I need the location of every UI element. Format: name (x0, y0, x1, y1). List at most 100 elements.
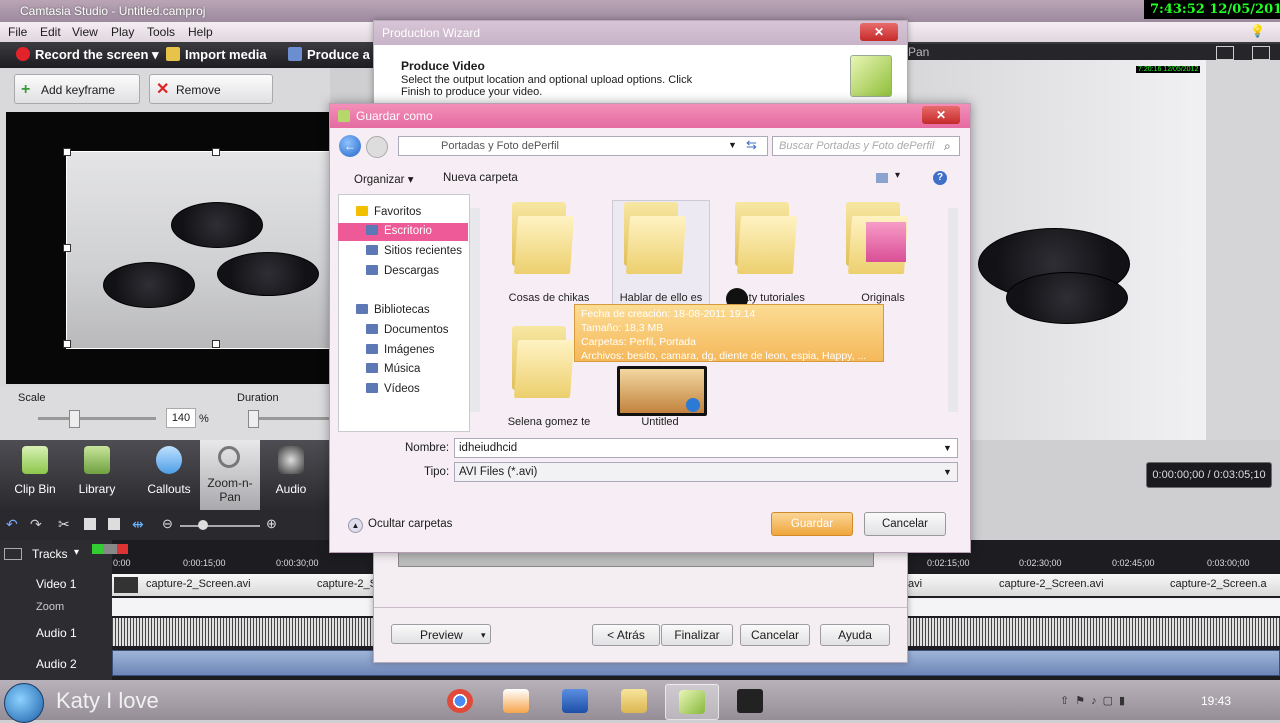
folder-item[interactable] (512, 326, 575, 398)
wizard-close-button[interactable]: ✕ (860, 23, 898, 41)
playhead-selection[interactable] (92, 544, 128, 554)
pan-tab[interactable]: Pan (908, 45, 929, 59)
duration-slider-thumb[interactable] (248, 410, 259, 428)
zoom-out-icon[interactable]: ⊖ (162, 516, 173, 532)
nav-downloads[interactable]: Descargas (366, 265, 439, 277)
tip-bulb-icon[interactable]: 💡 (1250, 24, 1265, 38)
scale-slider[interactable] (38, 417, 156, 420)
nav-images[interactable]: Imágenes (366, 344, 435, 356)
detach-icon[interactable] (1252, 46, 1270, 60)
clip-label: capture-2_Screen.avi (999, 578, 1104, 590)
folder-item[interactable] (512, 202, 575, 274)
address-bar[interactable]: Portadas y Foto dePerfil (398, 136, 768, 156)
x-icon: ✕ (156, 81, 170, 98)
track-label-video1[interactable]: Video 1 (36, 577, 76, 591)
back-button[interactable]: < Atrás (592, 624, 660, 646)
cut-icon[interactable]: ✂ (58, 516, 70, 533)
filename-input[interactable]: idheiudhcid ▼ (454, 438, 958, 458)
resize-handle[interactable] (63, 340, 71, 348)
menu-play[interactable]: Play (111, 25, 134, 39)
produce-button[interactable]: Produce a (288, 47, 370, 62)
split-icon[interactable]: ⇹ (132, 516, 144, 533)
tray-icons[interactable]: ⇧⚑♪▢▮ (1060, 694, 1131, 707)
undo-icon[interactable]: ↶ (6, 516, 18, 533)
taskbar-explorer[interactable] (608, 684, 660, 718)
clip-label: capture-2_Screen.avi (146, 578, 251, 590)
chevron-down-icon[interactable]: ▼ (728, 140, 737, 150)
tab-callouts[interactable]: Callouts (136, 440, 202, 510)
scale-input[interactable]: 140 (166, 408, 196, 428)
nav-desktop[interactable]: Escritorio (366, 225, 432, 237)
nav-music[interactable]: Música (366, 363, 420, 375)
resize-handle[interactable] (63, 244, 71, 252)
timeline-zoom-thumb[interactable] (198, 520, 208, 530)
resize-handle[interactable] (212, 148, 220, 156)
resize-handle[interactable] (63, 148, 71, 156)
taskbar-word[interactable] (549, 684, 601, 718)
collapse-icon[interactable]: ▲ (348, 518, 363, 533)
chevron-down-icon[interactable]: ▾ (895, 170, 900, 181)
tab-audio[interactable]: Audio (258, 440, 324, 510)
save-close-button[interactable]: ✕ (922, 106, 960, 124)
help-icon[interactable]: ? (933, 171, 947, 185)
record-screen-button[interactable]: Record the screen ▾ (16, 47, 159, 63)
folder-item[interactable] (624, 202, 687, 274)
wizard-cancel-button[interactable]: Cancelar (740, 624, 810, 646)
tracks-header[interactable]: Tracks (32, 547, 68, 561)
new-folder-button[interactable]: Nueva carpeta (443, 172, 518, 184)
back-arrow-icon[interactable]: ← (339, 135, 361, 157)
menu-edit[interactable]: Edit (40, 25, 61, 39)
taskbar-camtasia[interactable] (665, 684, 719, 720)
track-label-audio1[interactable]: Audio 1 (36, 626, 77, 640)
nav-recent[interactable]: Sitios recientes (366, 245, 462, 257)
nav-scrollbar[interactable] (470, 208, 480, 412)
zoom-selection-frame[interactable] (66, 151, 334, 349)
start-button[interactable] (4, 683, 44, 723)
remove-keyframe-button[interactable]: ✕Remove keyframe (149, 74, 273, 127)
menu-file[interactable]: File (8, 25, 27, 39)
save-button[interactable]: Guardar (771, 512, 853, 536)
tab-zoom-n-pan[interactable]: Zoom-n-Pan (200, 440, 260, 510)
folder-item[interactable] (735, 202, 798, 274)
fullscreen-icon[interactable] (1216, 46, 1234, 60)
zoom-in-icon[interactable]: ⊕ (266, 516, 277, 532)
search-input[interactable]: Buscar Portadas y Foto dePerfil (772, 136, 960, 156)
taskbar-media[interactable] (490, 684, 542, 718)
menu-view[interactable]: View (72, 25, 98, 39)
redo-icon[interactable]: ↷ (30, 516, 42, 533)
scale-slider-thumb[interactable] (69, 410, 80, 428)
nav-libraries[interactable]: Bibliotecas (356, 304, 430, 316)
taskbar-chrome[interactable] (434, 684, 486, 718)
nav-videos[interactable]: Vídeos (366, 383, 420, 395)
hide-folders-toggle[interactable]: Ocultar carpetas (368, 518, 452, 530)
forward-arrow-icon[interactable] (366, 136, 388, 158)
view-options-icon[interactable] (876, 173, 888, 183)
nav-documents[interactable]: Documentos (366, 324, 449, 336)
track-headers: Tracks ▾ Video 1 Zoom Audio 1 Audio 2 (0, 540, 112, 680)
nav-favorites[interactable]: Favoritos (356, 206, 421, 218)
timeline-zoom-slider[interactable] (180, 525, 260, 527)
tab-library[interactable]: Library (64, 440, 130, 510)
track-label-zoom[interactable]: Zoom (36, 601, 64, 613)
finish-button[interactable]: Finalizar (661, 624, 733, 646)
files-scrollbar[interactable] (948, 208, 958, 412)
paste-icon[interactable] (108, 518, 120, 530)
menu-tools[interactable]: Tools (147, 25, 175, 39)
track-label-audio2[interactable]: Audio 2 (36, 657, 77, 671)
import-media-button[interactable]: Import media (166, 47, 267, 62)
organize-menu[interactable]: Organizar ▾ (354, 172, 413, 186)
tab-clip-bin[interactable]: Clip Bin (2, 440, 68, 510)
resize-handle[interactable] (212, 340, 220, 348)
preview-dropdown[interactable]: Preview ▾ (391, 624, 491, 644)
taskbar-recorder[interactable] (724, 684, 776, 718)
add-keyframe-button[interactable]: + Add keyframe (14, 74, 140, 104)
refresh-icon[interactable]: ⇆ (746, 137, 757, 153)
duration-slider[interactable] (248, 417, 330, 420)
filetype-select[interactable]: AVI Files (*.avi) ▼ (454, 462, 958, 482)
help-button[interactable]: Ayuda (820, 624, 890, 646)
save-cancel-button[interactable]: Cancelar (864, 512, 946, 536)
chevron-down-icon[interactable]: ▾ (74, 547, 79, 558)
tab-label: Audio (275, 482, 307, 496)
copy-icon[interactable] (84, 518, 96, 530)
menu-help[interactable]: Help (188, 25, 213, 39)
